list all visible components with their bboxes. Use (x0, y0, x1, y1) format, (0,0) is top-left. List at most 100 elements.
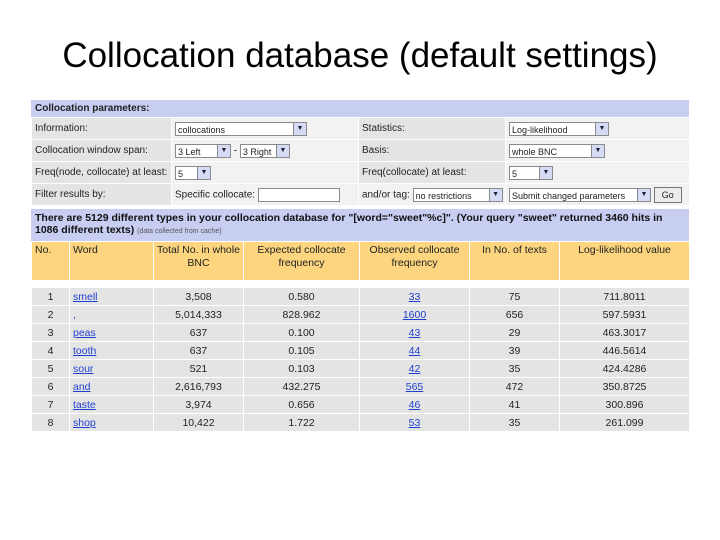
word-link[interactable]: tooth (73, 345, 96, 357)
params-row-filter: Filter results by: Specific collocate: a… (31, 183, 690, 206)
row-word[interactable]: taste (69, 395, 154, 414)
row-expected: 432.275 (243, 377, 360, 396)
results-summary: There are 5129 different types in your c… (31, 209, 689, 241)
table-row: 3 peas 637 0.100 43 29 463.3017 (31, 323, 690, 342)
row-expected: 0.103 (243, 359, 360, 378)
row-number: 8 (31, 413, 70, 432)
header-observed: Observed collocate frequency (359, 241, 470, 281)
observed-frequency-link[interactable]: 1600 (403, 309, 426, 321)
row-texts: 41 (469, 395, 560, 414)
row-loglikelihood: 424.4286 (559, 359, 690, 378)
row-loglikelihood: 350.8725 (559, 377, 690, 396)
row-expected: 828.962 (243, 305, 360, 324)
row-total: 3,508 (153, 287, 244, 306)
observed-frequency-link[interactable]: 565 (406, 381, 424, 393)
tag-select[interactable]: no restrictions ▼ (412, 187, 503, 202)
word-link[interactable]: shop (73, 417, 96, 429)
go-button[interactable]: Go (653, 186, 682, 203)
chevron-down-icon: ▼ (539, 166, 552, 179)
information-select[interactable]: collocations ▼ (175, 121, 307, 136)
row-number: 2 (31, 305, 70, 324)
freq-node-select[interactable]: 5 ▼ (175, 165, 211, 180)
header-word: Word (69, 241, 154, 281)
table-row: 4 tooth 637 0.105 44 39 446.5614 (31, 341, 690, 360)
chevron-down-icon: ▼ (275, 144, 289, 157)
statistics-select[interactable]: Log-likelihood ▼ (509, 121, 609, 136)
word-link[interactable]: and (73, 381, 91, 393)
word-link[interactable]: smell (73, 291, 98, 303)
freq-node-label: Freq(node, collocate) at least: (31, 161, 172, 184)
table-row: 2, 5,014,333 828.962 1600 656 597.5931 (31, 305, 690, 324)
observed-frequency-link[interactable]: 53 (409, 417, 421, 429)
row-observed[interactable]: 565 (359, 377, 470, 396)
summary-text: There are 5129 different types in your c… (35, 212, 663, 236)
row-word[interactable]: and (69, 377, 154, 396)
specific-collocate-input[interactable] (257, 187, 340, 202)
word-link[interactable]: , (73, 309, 76, 321)
row-word[interactable]: peas (69, 323, 154, 342)
row-total: 5,014,333 (153, 305, 244, 324)
row-texts: 472 (469, 377, 560, 396)
observed-frequency-link[interactable]: 42 (409, 363, 421, 375)
params-row-freq: Freq(node, collocate) at least: 5 ▼ Freq(… (31, 161, 690, 184)
row-expected: 0.105 (243, 341, 360, 360)
row-observed[interactable]: 33 (359, 287, 470, 306)
row-word[interactable]: smell (69, 287, 154, 306)
row-observed[interactable]: 43 (359, 323, 470, 342)
row-observed[interactable]: 1600 (359, 305, 470, 324)
basis-select[interactable]: whole BNC ▼ (509, 143, 605, 158)
row-observed[interactable]: 53 (359, 413, 470, 432)
submit-select[interactable]: Submit changed parameters ▼ (509, 187, 651, 202)
chevron-down-icon: ▼ (293, 122, 306, 135)
filter-label: Filter results by: (31, 183, 172, 206)
window-label: Collocation window span: (31, 139, 172, 162)
header-loglikelihood: Log-likelihood value (559, 241, 690, 281)
basis-select-value: whole BNC (512, 146, 558, 157)
window-dash: - (233, 145, 238, 157)
header-texts: In No. of texts (469, 241, 560, 281)
row-total: 10,422 (153, 413, 244, 432)
observed-frequency-link[interactable]: 33 (409, 291, 421, 303)
row-observed[interactable]: 46 (359, 395, 470, 414)
row-number: 4 (31, 341, 70, 360)
row-word[interactable]: shop (69, 413, 154, 432)
observed-frequency-link[interactable]: 46 (409, 399, 421, 411)
observed-frequency-link[interactable]: 43 (409, 327, 421, 339)
row-texts: 35 (469, 413, 560, 432)
word-link[interactable]: sour (73, 363, 93, 375)
chevron-down-icon: ▼ (591, 144, 604, 157)
andor-tag-label: and/or tag: (362, 189, 410, 201)
row-number: 7 (31, 395, 70, 414)
freq-collocate-select[interactable]: 5 ▼ (509, 165, 553, 180)
table-row: 1 smell 3,508 0.580 33 75 711.8011 (31, 287, 690, 306)
row-loglikelihood: 261.099 (559, 413, 690, 432)
row-word[interactable]: tooth (69, 341, 154, 360)
row-word[interactable]: , (69, 305, 154, 324)
row-observed[interactable]: 44 (359, 341, 470, 360)
row-observed[interactable]: 42 (359, 359, 470, 378)
params-row-information: Information: collocations ▼ Statistics: L… (31, 117, 690, 140)
row-word[interactable]: sour (69, 359, 154, 378)
chevron-down-icon: ▼ (217, 144, 230, 157)
table-row: 5 sour 521 0.103 42 35 424.4286 (31, 359, 690, 378)
freq-node-value: 5 (178, 168, 184, 179)
word-link[interactable]: taste (73, 399, 96, 411)
row-total: 637 (153, 341, 244, 360)
freq-collocate-value: 5 (512, 168, 518, 179)
row-total: 637 (153, 323, 244, 342)
statistics-select-value: Log-likelihood (512, 124, 568, 135)
submit-select-value: Submit changed parameters (512, 190, 626, 201)
information-label: Information: (31, 117, 172, 140)
observed-frequency-link[interactable]: 44 (409, 345, 421, 357)
slide-title: Collocation database (default settings) (62, 36, 658, 75)
table-row: 6 and 2,616,793 432.275 565 472 350.8725 (31, 377, 690, 396)
chevron-down-icon: ▼ (595, 122, 608, 135)
params-row-window: Collocation window span: 3 Left ▼ - 3 Rig… (31, 139, 690, 162)
information-select-value: collocations (178, 124, 226, 135)
row-number: 1 (31, 287, 70, 306)
word-link[interactable]: peas (73, 327, 96, 339)
row-expected: 0.656 (243, 395, 360, 414)
row-texts: 75 (469, 287, 560, 306)
window-left-select[interactable]: 3 Left ▼ (175, 143, 231, 158)
window-right-select[interactable]: 3 Right ▼ (239, 143, 290, 158)
